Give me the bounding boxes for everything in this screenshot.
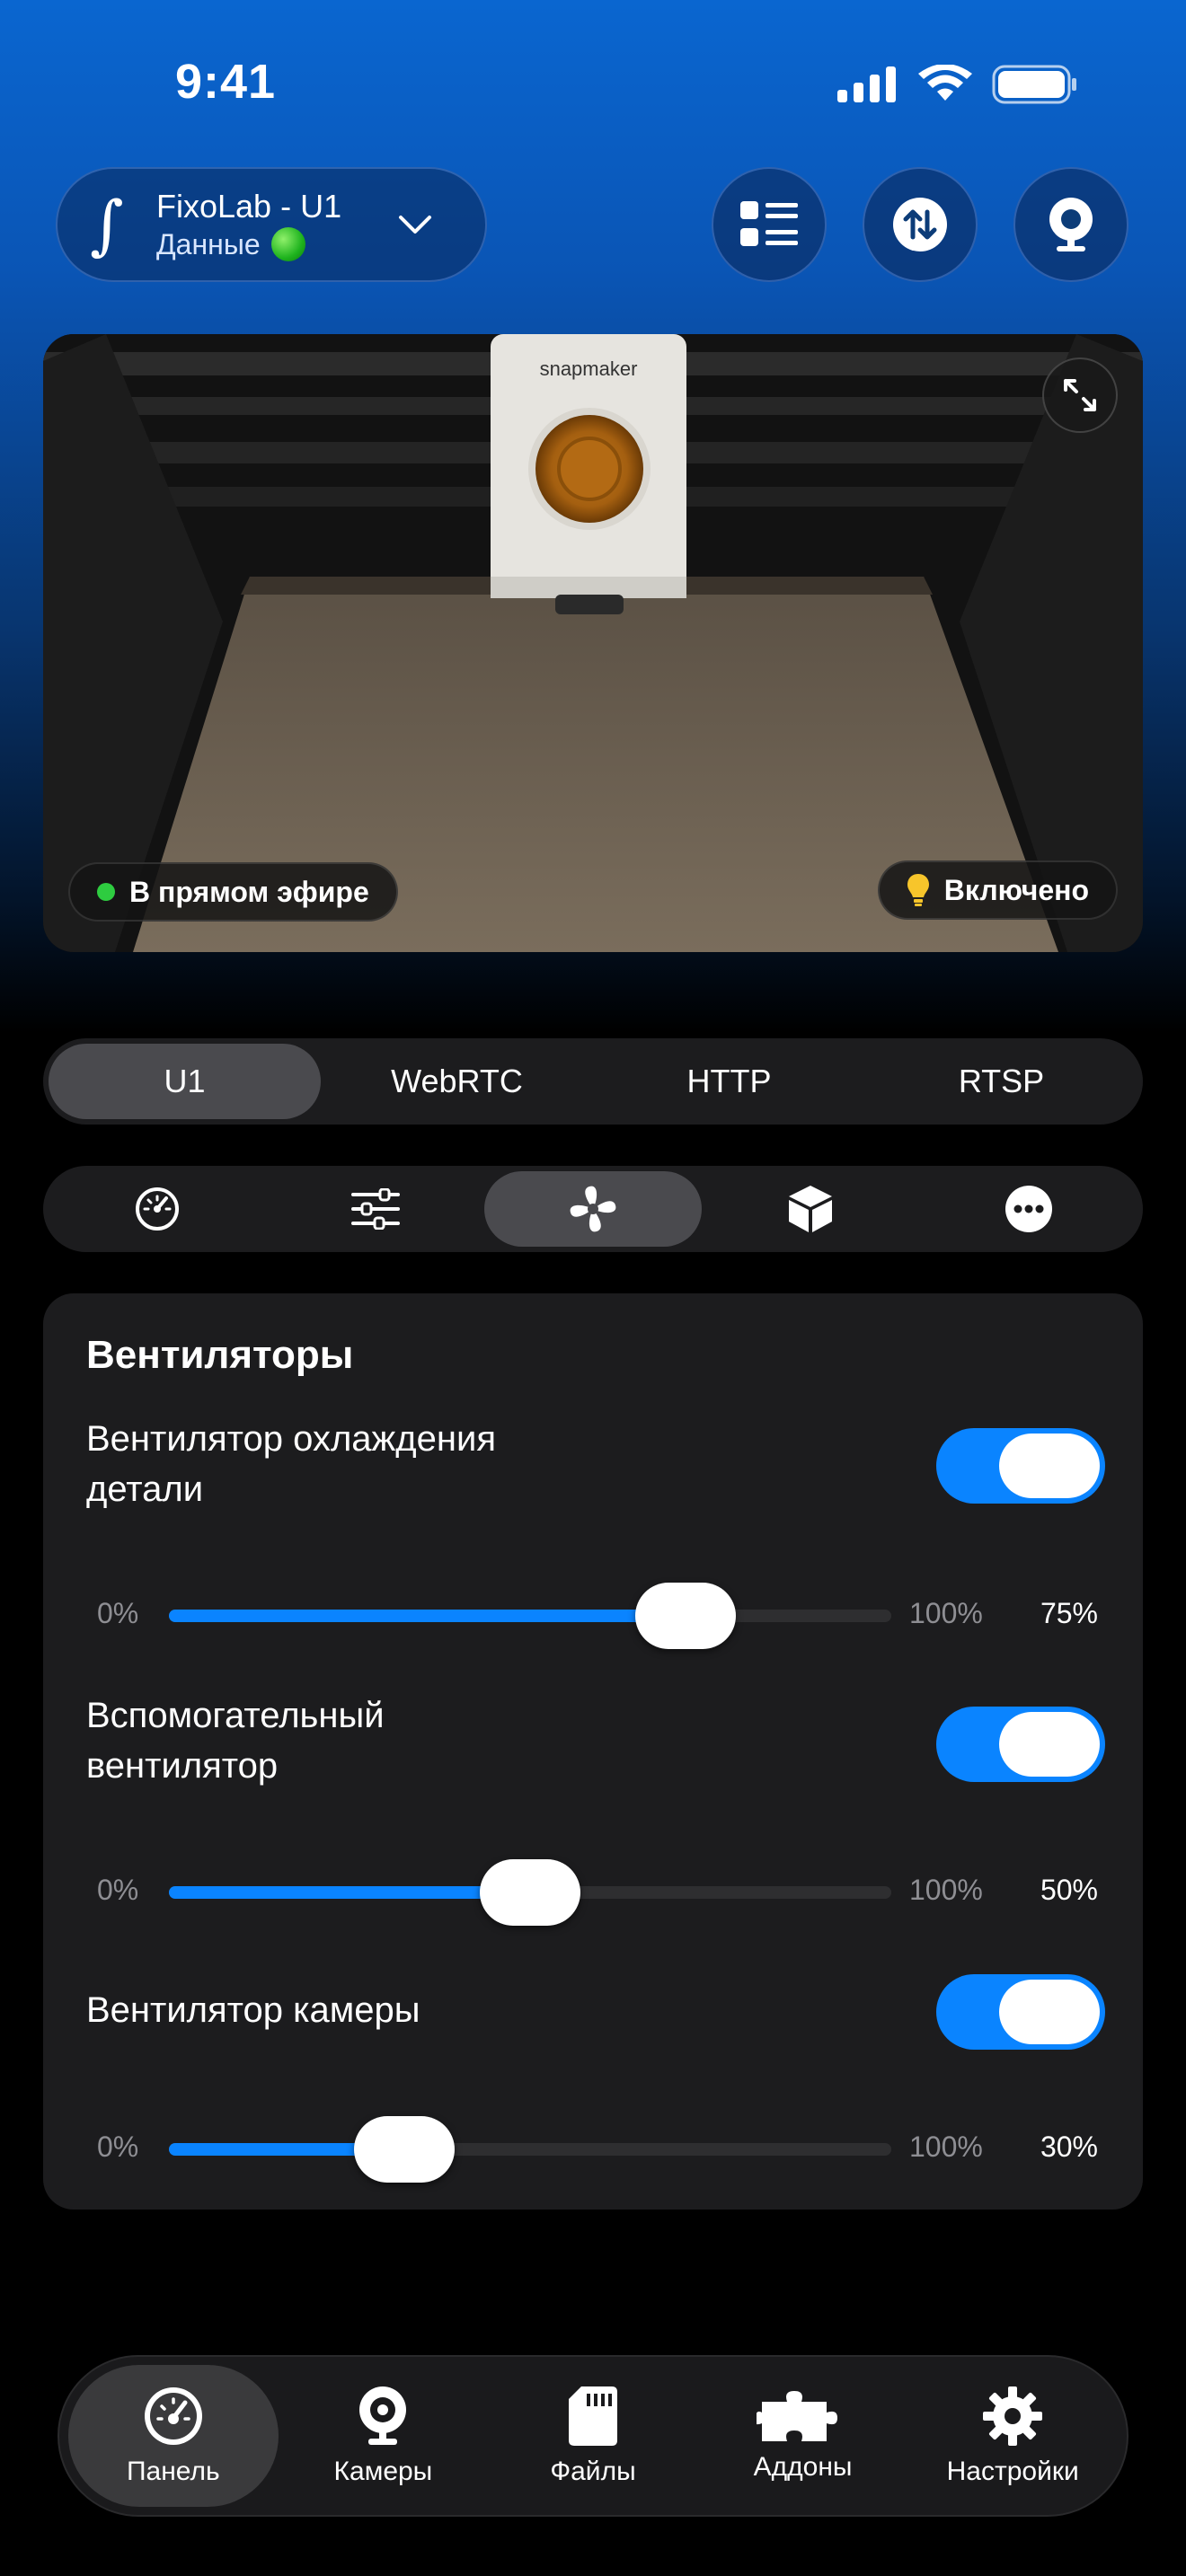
puzzle-icon <box>756 2391 837 2441</box>
list-icon <box>740 201 798 246</box>
slider-fill <box>169 1610 686 1622</box>
slider-max-label: 100% <box>909 1874 983 1906</box>
tab-more[interactable] <box>920 1171 1137 1247</box>
tab-controls[interactable] <box>266 1171 483 1247</box>
tab-webrtc[interactable]: WebRTC <box>321 1044 593 1119</box>
fan-icon <box>570 1186 616 1232</box>
tab-fans[interactable] <box>483 1171 703 1247</box>
transfer-arrows-icon <box>893 198 947 251</box>
sliders-icon <box>350 1188 400 1230</box>
chevron-down-icon <box>399 216 431 234</box>
light-toggle-button[interactable]: Включено <box>877 860 1118 920</box>
webcam-icon <box>359 2386 407 2445</box>
fan-name: Вентилятор охлаждения детали <box>86 1414 589 1514</box>
nav-label: Настройки <box>946 2457 1079 2486</box>
tab-u1[interactable]: U1 <box>49 1044 321 1119</box>
cellular-signal-icon <box>837 66 896 102</box>
slider-min-label: 0% <box>97 1874 139 1906</box>
fan-toggle[interactable] <box>936 1428 1105 1504</box>
camera-view[interactable]: snapmaker В прямом эфире Включено <box>43 334 1143 952</box>
fan-toggle[interactable] <box>936 1707 1105 1782</box>
slider-max-label: 100% <box>909 2130 983 2163</box>
status-dot-icon <box>270 227 305 261</box>
slider-thumb[interactable] <box>354 2116 455 2183</box>
nav-dashboard[interactable]: Панель <box>68 2365 279 2507</box>
slider-thumb[interactable] <box>635 1583 736 1649</box>
nav-addons[interactable]: Аддоны <box>698 2365 908 2507</box>
fan-name-line: Вентилятор камеры <box>86 1990 420 2030</box>
light-label: Включено <box>943 873 1089 906</box>
device-selector[interactable]: ∫ FixoLab - U1 Данные <box>56 167 487 282</box>
nav-files[interactable]: Файлы <box>488 2365 698 2507</box>
klipper-logo-icon: ∫ <box>90 187 124 262</box>
fan-name-line: детали <box>86 1469 204 1509</box>
tab-objects[interactable] <box>702 1171 919 1247</box>
panel-section-tabs <box>43 1166 1143 1252</box>
nav-label: Файлы <box>550 2457 636 2486</box>
live-dot-icon <box>97 883 115 901</box>
fan-name-line: Вспомогательный <box>86 1696 385 1735</box>
slider-min-label: 0% <box>97 1597 139 1629</box>
fan-name: Вентилятор камеры <box>86 1985 589 2035</box>
tab-rtsp[interactable]: RTSP <box>865 1044 1137 1119</box>
fan-toggle[interactable] <box>936 1974 1105 2050</box>
fan-name-line: вентилятор <box>86 1746 279 1786</box>
tab-http[interactable]: HTTP <box>593 1044 865 1119</box>
sd-card-icon <box>568 2386 617 2446</box>
wifi-icon <box>918 65 972 101</box>
status-icons <box>837 65 1078 104</box>
nav-label: Панель <box>126 2457 220 2486</box>
gear-icon <box>983 2386 1043 2446</box>
more-icon <box>1005 1186 1052 1232</box>
slider-max-label: 100% <box>909 1597 983 1629</box>
stream-type-selector: U1 WebRTC HTTP RTSP <box>43 1038 1143 1125</box>
fullscreen-button[interactable] <box>1042 357 1118 433</box>
webcam-icon <box>1049 198 1093 251</box>
fan-speed-value: 75% <box>1040 1597 1098 1629</box>
gauge-icon <box>136 1187 180 1231</box>
nav-settings[interactable]: Настройки <box>907 2365 1118 2507</box>
slider-fill <box>169 1886 530 1899</box>
slider-min-label: 0% <box>97 2130 139 2163</box>
camera-feed-image: snapmaker <box>43 334 1143 952</box>
tab-dashboard[interactable] <box>49 1171 266 1247</box>
fan-name-line: Вентилятор охлаждения <box>86 1419 496 1459</box>
fan-speed-slider-row: 0% 100% 50% <box>43 1856 1143 1928</box>
battery-icon <box>992 65 1076 104</box>
cube-icon <box>789 1186 833 1232</box>
fan-speed-slider[interactable] <box>169 2116 891 2183</box>
status-time: 9:41 <box>175 55 277 109</box>
device-subtitle: Данные <box>156 228 261 260</box>
printer-brand-text: snapmaker <box>540 357 638 380</box>
lightbulb-icon <box>907 874 929 906</box>
nav-label: Камеры <box>333 2457 433 2486</box>
fan-speed-slider-row: 0% 100% 30% <box>43 2113 1143 2184</box>
nav-label: Аддоны <box>753 2452 853 2482</box>
expand-icon <box>1064 379 1096 411</box>
transfer-button[interactable] <box>863 167 978 282</box>
fans-title: Вентиляторы <box>86 1333 354 1377</box>
fan-speed-slider-row: 0% 100% 75% <box>43 1579 1143 1651</box>
fan-speed-slider[interactable] <box>169 1859 891 1926</box>
fan-speed-slider[interactable] <box>169 1583 891 1649</box>
fan-speed-value: 30% <box>1040 2130 1098 2163</box>
camera-button[interactable] <box>1013 167 1128 282</box>
device-name: FixoLab - U1 <box>156 188 342 225</box>
live-label: В прямом эфире <box>129 875 369 908</box>
bottom-tab-bar: Панель Камеры Файлы Аддоны Настройки <box>58 2355 1128 2517</box>
dashboard-icon <box>144 2387 202 2445</box>
fans-card: Вентиляторы Вентилятор охлаждения детали… <box>43 1293 1143 2210</box>
nav-cameras[interactable]: Камеры <box>279 2365 489 2507</box>
fan-name: Вспомогательный вентилятор <box>86 1690 589 1791</box>
live-status-badge: В прямом эфире <box>68 862 398 922</box>
slider-thumb[interactable] <box>480 1859 580 1926</box>
fan-speed-value: 50% <box>1040 1874 1098 1906</box>
list-view-button[interactable] <box>712 167 827 282</box>
